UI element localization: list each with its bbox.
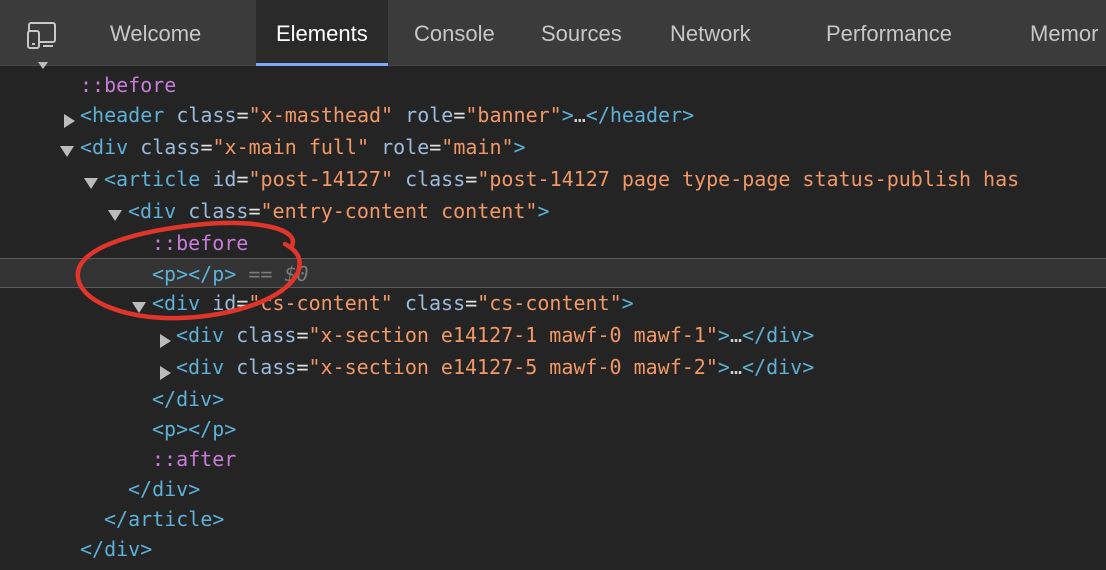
- tab-elements[interactable]: Elements: [256, 0, 388, 66]
- collapse-arrow-icon[interactable]: [108, 210, 122, 221]
- expand-arrow-icon[interactable]: [160, 334, 171, 348]
- devtools-tab-bar: Welcome Elements Console Sources Network…: [0, 0, 1106, 66]
- dom-node-close-div[interactable]: </div>: [0, 474, 1106, 504]
- pseudo-element: ::after: [152, 447, 237, 471]
- tab-network[interactable]: Network: [670, 0, 751, 66]
- tag-open: <div: [128, 199, 177, 223]
- tag-close: </div>: [80, 537, 153, 561]
- tag-close: </header>: [585, 103, 695, 127]
- attr-value: "cs-content": [248, 291, 393, 315]
- tag-gt: >: [537, 199, 550, 223]
- tag-p: <p></p>: [152, 417, 237, 441]
- tag-close: </article>: [104, 507, 225, 531]
- tag-gt: >: [717, 355, 730, 379]
- collapse-arrow-icon[interactable]: [132, 302, 146, 313]
- attr-name: role: [381, 135, 430, 159]
- attr-value: "post-14127": [248, 167, 394, 191]
- attr-name: class: [236, 355, 297, 379]
- tag-close: </div>: [152, 387, 225, 411]
- attr-name: class: [188, 199, 249, 223]
- tab-console[interactable]: Console: [414, 0, 495, 66]
- tag-gt: >: [717, 323, 730, 347]
- attr-value: "banner": [465, 103, 562, 127]
- tag-gt: >: [561, 103, 574, 127]
- dom-node-pseudo-before[interactable]: ::before: [0, 70, 1106, 100]
- dom-node-p[interactable]: <p></p>: [0, 414, 1106, 444]
- selected-node-marker: == $0: [248, 262, 309, 286]
- dom-node-div-entry-content[interactable]: <div class="entry-content content">: [0, 196, 1106, 226]
- equals: =: [200, 135, 213, 159]
- attr-value: "main": [441, 135, 514, 159]
- collapse-arrow-icon[interactable]: [84, 178, 98, 189]
- attr-name: class: [405, 167, 466, 191]
- equals: =: [236, 291, 249, 315]
- tab-welcome[interactable]: Welcome: [110, 0, 201, 66]
- pseudo-element: ::before: [152, 231, 249, 255]
- attr-value: "x-section e14127-5 mawf-0 mawf-2": [308, 355, 718, 379]
- attr-name: id: [212, 291, 237, 315]
- tag-open: <div: [80, 135, 129, 159]
- tag-open: <div: [176, 323, 225, 347]
- dom-node-div-main[interactable]: <div class="x-main full" role="main">: [0, 132, 1106, 162]
- tag-close: </div>: [741, 355, 815, 379]
- tab-sources[interactable]: Sources: [541, 0, 622, 66]
- attr-value: "x-masthead": [248, 103, 394, 127]
- expand-arrow-icon[interactable]: [64, 114, 75, 128]
- attr-name: role: [405, 103, 454, 127]
- tab-performance[interactable]: Performance: [826, 0, 952, 66]
- tag-open: <header: [80, 103, 165, 127]
- collapse-arrow-icon[interactable]: [60, 146, 74, 157]
- collapsed-ellipsis[interactable]: …: [730, 355, 742, 379]
- devtools-panel: Welcome Elements Console Sources Network…: [0, 0, 1106, 570]
- tag-gt: >: [513, 135, 526, 159]
- equals: =: [248, 199, 261, 223]
- attr-name: class: [140, 135, 201, 159]
- tag-p: <p></p>: [152, 262, 237, 286]
- dom-node-pseudo-after[interactable]: ::after: [0, 444, 1106, 474]
- dom-node-article[interactable]: <article id="post-14127" class="post-141…: [0, 164, 1106, 194]
- attr-value: "post-14127 page type-page status-publis…: [477, 167, 1020, 191]
- dom-node-p-selected[interactable]: <p></p> == $0: [0, 258, 1106, 288]
- dom-node-div-cs-content[interactable]: <div id="cs-content" class="cs-content">: [0, 288, 1106, 318]
- equals: =: [429, 135, 442, 159]
- dom-node-div-section-5[interactable]: <div class="x-section e14127-5 mawf-0 ma…: [0, 352, 1106, 382]
- attr-value: "x-main full": [212, 135, 370, 159]
- device-mode-icon[interactable]: [26, 20, 62, 50]
- expand-arrow-icon[interactable]: [38, 62, 48, 69]
- equals: =: [236, 167, 249, 191]
- tag-close: </div>: [741, 323, 815, 347]
- attr-value: "cs-content": [477, 291, 622, 315]
- attr-name: class: [236, 323, 297, 347]
- equals: =: [453, 103, 466, 127]
- dom-tree: ::before <header class="x-masthead" role…: [0, 62, 1106, 570]
- dom-node-header[interactable]: <header class="x-masthead" role="banner"…: [0, 100, 1106, 130]
- tag-gt: >: [621, 291, 634, 315]
- attr-name: class: [404, 291, 466, 315]
- dom-node-pseudo-before[interactable]: ::before: [0, 228, 1106, 258]
- tag-open: <div: [176, 355, 225, 379]
- tag-open: <div: [152, 291, 201, 315]
- equals: =: [465, 291, 478, 315]
- dom-node-close-div[interactable]: </div>: [0, 534, 1106, 564]
- attr-value: "entry-content content": [260, 199, 538, 223]
- tag-close: </div>: [128, 477, 201, 501]
- attr-name: class: [176, 103, 237, 127]
- equals: =: [236, 103, 249, 127]
- collapsed-ellipsis[interactable]: …: [574, 103, 586, 127]
- equals: =: [296, 355, 309, 379]
- dom-node-div-section-1[interactable]: <div class="x-section e14127-1 mawf-0 ma…: [0, 320, 1106, 350]
- tag-open: <article: [104, 167, 201, 191]
- equals: =: [465, 167, 478, 191]
- attr-name: id: [212, 167, 237, 191]
- equals: =: [296, 323, 309, 347]
- pseudo-element: ::before: [80, 73, 177, 97]
- collapsed-ellipsis[interactable]: …: [730, 323, 742, 347]
- tab-memory[interactable]: Memor: [1030, 0, 1098, 66]
- dom-node-close-article[interactable]: </article>: [0, 504, 1106, 534]
- attr-value: "x-section e14127-1 mawf-0 mawf-1": [308, 323, 718, 347]
- dom-node-close-div[interactable]: </div>: [0, 384, 1106, 414]
- expand-arrow-icon[interactable]: [160, 366, 171, 380]
